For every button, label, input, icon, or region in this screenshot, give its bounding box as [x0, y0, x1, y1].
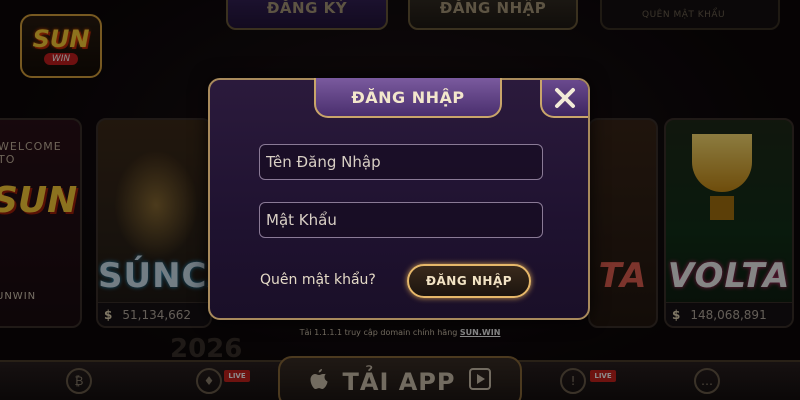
password-input[interactable] — [259, 202, 543, 238]
forgot-password-link[interactable]: Quên mật khẩu? — [260, 272, 376, 288]
login-submit-button[interactable]: ĐĂNG NHẬP — [407, 264, 531, 298]
close-button[interactable] — [540, 80, 588, 118]
login-modal: ĐĂNG NHẬP Quên mật khẩu? ĐĂNG NHẬP — [208, 78, 590, 320]
username-input[interactable] — [259, 144, 543, 180]
modal-title: ĐĂNG NHẬP — [314, 78, 502, 118]
close-icon — [555, 88, 575, 108]
